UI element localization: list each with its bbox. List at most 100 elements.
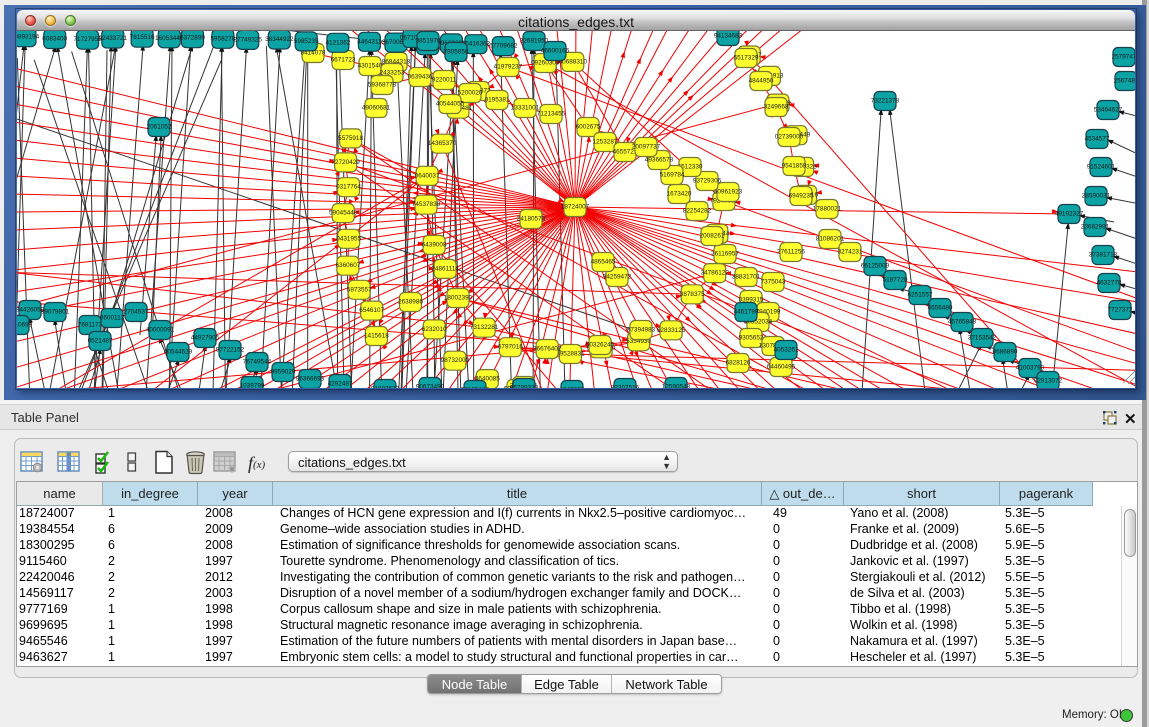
- svg-text:0600113: 0600113: [100, 315, 125, 322]
- svg-text:0686890: 0686890: [993, 349, 1018, 356]
- svg-text:5985235: 5985235: [294, 38, 319, 45]
- svg-text:66125009: 66125009: [861, 263, 890, 270]
- svg-text:72720429: 72720429: [331, 159, 360, 166]
- svg-text:46600166: 46600166: [541, 48, 570, 55]
- svg-text:73221378: 73221378: [871, 98, 900, 105]
- svg-text:76749544: 76749544: [243, 359, 272, 366]
- svg-text:6251557: 6251557: [908, 292, 933, 299]
- svg-text:1253287: 1253287: [593, 139, 618, 146]
- svg-text:9305652: 9305652: [739, 335, 764, 342]
- svg-text:9220011: 9220011: [432, 77, 457, 84]
- svg-text:81086201: 81086201: [816, 236, 845, 243]
- svg-text:02739000: 02739000: [775, 134, 804, 141]
- svg-text:3249668: 3249668: [764, 104, 789, 111]
- svg-text:62833125: 62833125: [657, 327, 686, 334]
- svg-text:34786122: 34786122: [700, 270, 729, 277]
- svg-text:6002675: 6002675: [576, 124, 601, 131]
- svg-text:18724007: 18724007: [561, 204, 590, 211]
- svg-text:82307515: 82307515: [611, 385, 640, 389]
- svg-text:44927905: 44927905: [191, 335, 220, 342]
- svg-text:4865465: 4865465: [591, 259, 616, 266]
- svg-text:6546107: 6546107: [359, 307, 384, 314]
- svg-text:6372899: 6372899: [180, 35, 205, 42]
- svg-text:4053261: 4053261: [774, 347, 799, 354]
- svg-text:2638986: 2638986: [398, 299, 423, 306]
- svg-text:26116957: 26116957: [711, 251, 739, 258]
- svg-text:3878375: 3878375: [680, 291, 705, 298]
- svg-text:6232010: 6232010: [422, 326, 447, 333]
- svg-text:1245995: 1245995: [560, 387, 585, 389]
- svg-text:1415618: 1415618: [364, 333, 389, 340]
- svg-text:17880021: 17880021: [813, 206, 842, 213]
- svg-text:96366693: 96366693: [296, 376, 325, 383]
- svg-text:5575918: 5575918: [338, 135, 363, 142]
- svg-text:40000091: 40000091: [146, 327, 175, 334]
- svg-text:49366578: 49366578: [645, 157, 674, 164]
- svg-text:14365370: 14365370: [428, 140, 457, 147]
- svg-text:7681173: 7681173: [78, 322, 103, 329]
- svg-text:0640037: 0640037: [415, 172, 440, 179]
- svg-text:4632778: 4632778: [1097, 280, 1122, 287]
- svg-text:5169784: 5169784: [660, 172, 685, 179]
- svg-text:96710699: 96710699: [17, 322, 33, 329]
- svg-text:4301540: 4301540: [358, 63, 383, 70]
- svg-text:93729306: 93729306: [693, 178, 722, 185]
- svg-text:6083400: 6083400: [42, 36, 67, 43]
- svg-text:0521487: 0521487: [88, 338, 113, 345]
- svg-text:2567482: 2567482: [1114, 78, 1135, 85]
- svg-text:1039799: 1039799: [240, 383, 265, 389]
- svg-text:6828126: 6828126: [726, 360, 751, 367]
- svg-text:4121362: 4121362: [325, 39, 350, 46]
- svg-text:98732000: 98732000: [441, 357, 470, 364]
- svg-text:27611256: 27611256: [777, 249, 805, 256]
- svg-text:36676402: 36676402: [533, 346, 562, 353]
- svg-text:4464311: 4464311: [357, 38, 382, 45]
- svg-text:24180578: 24180578: [517, 216, 546, 223]
- svg-text:97722152: 97722152: [216, 347, 245, 354]
- svg-text:6439008: 6439008: [422, 241, 447, 248]
- svg-text:4461799: 4461799: [734, 309, 759, 316]
- svg-text:94259472: 94259472: [603, 274, 632, 281]
- svg-text:59045440: 59045440: [329, 210, 358, 217]
- svg-text:50326245: 50326245: [586, 342, 615, 349]
- svg-text:73132281: 73132281: [470, 324, 499, 331]
- svg-text:71213455: 71213455: [537, 111, 566, 118]
- svg-text:13331001: 13331001: [511, 105, 540, 112]
- svg-text:41003790: 41003790: [1016, 365, 1045, 372]
- svg-text:4292487: 4292487: [328, 381, 353, 388]
- svg-text:6671723: 6671723: [331, 57, 356, 64]
- svg-text:6949235: 6949235: [789, 193, 814, 200]
- svg-text:67709682: 67709682: [489, 43, 518, 50]
- svg-text:12590548: 12590548: [662, 384, 691, 389]
- svg-text:2704937: 2704937: [124, 309, 149, 316]
- svg-text:5200020: 5200020: [458, 90, 483, 97]
- svg-text:4656480: 4656480: [928, 305, 953, 312]
- svg-text:78185136: 78185136: [461, 387, 490, 389]
- svg-text:5958278: 5958278: [210, 35, 235, 42]
- svg-text:2008261: 2008261: [700, 233, 725, 240]
- svg-text:27749325: 27749325: [233, 36, 262, 43]
- svg-text:28590031: 28590031: [1082, 193, 1111, 200]
- svg-text:85789333: 85789333: [510, 385, 539, 389]
- svg-text:82254282: 82254282: [683, 208, 712, 215]
- svg-text:45765848: 45765848: [948, 319, 977, 326]
- svg-text:24861114: 24861114: [431, 265, 459, 272]
- svg-text:41979237: 41979237: [494, 64, 523, 71]
- svg-text:0431955: 0431955: [336, 235, 361, 242]
- svg-text:74537838: 74537838: [412, 201, 441, 208]
- svg-text:0195381: 0195381: [485, 97, 510, 104]
- svg-text:2579747: 2579747: [1112, 54, 1135, 61]
- svg-text:20097737: 20097737: [632, 144, 661, 151]
- svg-text:40544055: 40544055: [436, 101, 465, 108]
- svg-text:70893194: 70893194: [17, 34, 40, 41]
- svg-text:81887633: 81887633: [371, 386, 400, 389]
- svg-text:7727372: 7727372: [1108, 307, 1133, 314]
- svg-text:7815516: 7815516: [130, 34, 155, 41]
- svg-text:90673490: 90673490: [416, 384, 445, 389]
- svg-text:49060681: 49060681: [362, 105, 391, 112]
- svg-text:4844950: 4844950: [749, 78, 774, 85]
- svg-text:7805856: 7805856: [444, 49, 469, 56]
- svg-text:2061052: 2061052: [147, 124, 172, 131]
- svg-text:0317764: 0317764: [336, 184, 361, 191]
- svg-text:91524601: 91524601: [1087, 164, 1116, 171]
